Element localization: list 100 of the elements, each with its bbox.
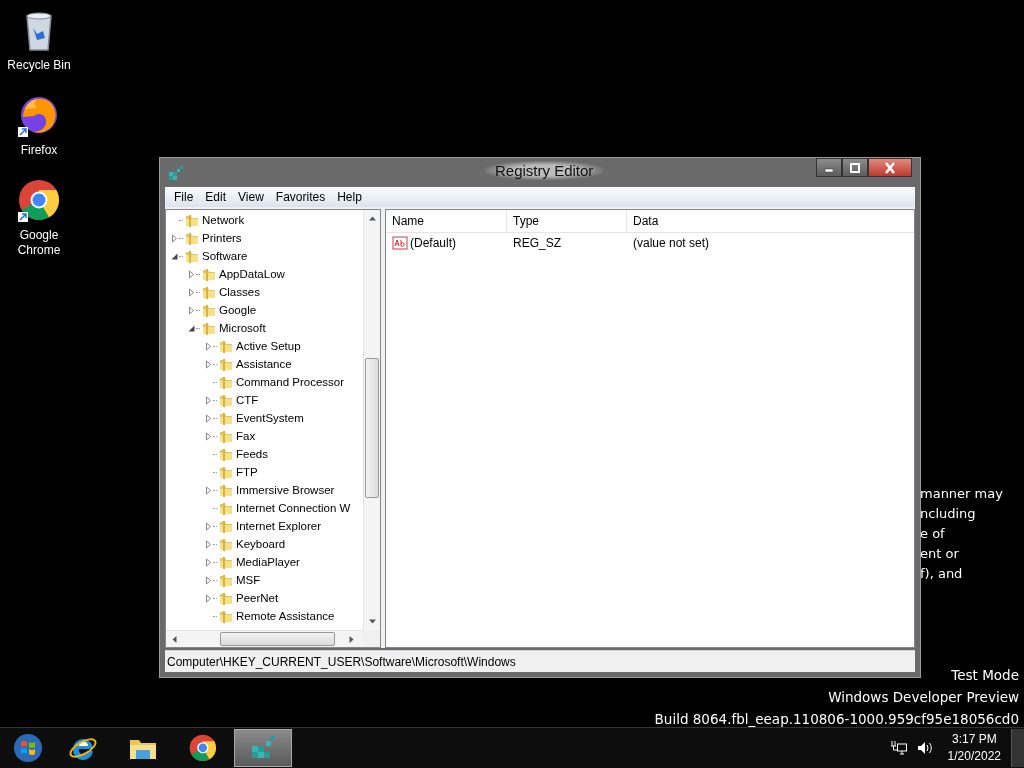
- folder-icon: [218, 428, 234, 444]
- tree-item[interactable]: Classes: [166, 283, 363, 301]
- minimize-button[interactable]: [816, 158, 842, 177]
- menu-item[interactable]: File: [168, 188, 200, 206]
- expand-arrow-icon[interactable]: [204, 485, 213, 495]
- tree-item[interactable]: Software: [166, 247, 363, 265]
- tree-item[interactable]: AppDataLow: [166, 265, 363, 283]
- tree-item[interactable]: Google: [166, 301, 363, 319]
- tree-item[interactable]: Network: [166, 211, 363, 229]
- expand-arrow-icon[interactable]: [204, 413, 213, 423]
- expand-arrow-icon[interactable]: [204, 539, 213, 549]
- folder-icon: [218, 464, 234, 480]
- folder-icon: [218, 590, 234, 606]
- tree-item[interactable]: Internet Connection W: [166, 499, 363, 517]
- folder-icon: [201, 320, 217, 336]
- icon-label: Firefox: [19, 143, 59, 158]
- scroll-thumb[interactable]: [365, 358, 379, 498]
- scroll-down-icon[interactable]: [368, 618, 376, 625]
- expand-arrow-icon[interactable]: [204, 359, 213, 369]
- network-icon[interactable]: [889, 740, 908, 756]
- column-header[interactable]: Data: [627, 210, 914, 232]
- scroll-thumb[interactable]: [220, 632, 335, 646]
- expand-arrow-icon[interactable]: [187, 305, 196, 315]
- folder-icon: [184, 230, 200, 246]
- tree-item[interactable]: Internet Explorer: [166, 517, 363, 535]
- registry-icon: [168, 164, 184, 181]
- tree-item[interactable]: FTP: [166, 463, 363, 481]
- tree-item[interactable]: Remote Assistance: [166, 607, 363, 625]
- folder-icon: [218, 338, 234, 354]
- folder-icon: [218, 446, 234, 462]
- tree-item[interactable]: Assistance: [166, 355, 363, 373]
- folder-icon: [218, 392, 234, 408]
- menu-item[interactable]: Edit: [199, 188, 233, 206]
- tree-item[interactable]: Immersive Browser: [166, 481, 363, 499]
- tree-item[interactable]: Active Setup: [166, 337, 363, 355]
- expand-arrow-icon[interactable]: [204, 395, 213, 405]
- tree-item[interactable]: Printers: [166, 229, 363, 247]
- folder-icon: [218, 500, 234, 516]
- folder-icon: [218, 572, 234, 588]
- status-text: Computer\HKEY_CURRENT_USER\Software\Microsoft\Windows: [166, 654, 516, 669]
- background-text: manner may: [920, 485, 1003, 503]
- icon-label: Google Chrome: [16, 228, 62, 258]
- tree-item[interactable]: Feeds: [166, 445, 363, 463]
- icon-label: Recycle Bin: [6, 58, 72, 73]
- menu-item[interactable]: View: [232, 188, 270, 206]
- background-text: ent or: [920, 545, 960, 563]
- vertical-scrollbar[interactable]: [363, 210, 380, 630]
- folder-icon: [218, 482, 234, 498]
- clock-date: 1/20/2022: [947, 748, 1001, 765]
- watermark-text: Build 8064.fbl_eeap.110806-1000.959cf95e18056cd0: [654, 710, 1019, 729]
- start-orb-icon[interactable]: [12, 732, 44, 764]
- string-value-icon: [392, 236, 408, 250]
- tree-item[interactable]: Command Processor: [166, 373, 363, 391]
- scroll-right-icon[interactable]: [348, 635, 355, 643]
- column-header[interactable]: Name: [386, 210, 507, 232]
- volume-icon[interactable]: [915, 740, 934, 756]
- column-header[interactable]: Type: [507, 210, 627, 232]
- close-button[interactable]: [868, 158, 912, 177]
- tree-item[interactable]: CTF: [166, 391, 363, 409]
- close-icon[interactable]: [883, 161, 897, 174]
- expand-arrow-icon[interactable]: [187, 269, 196, 279]
- collapse-arrow-icon[interactable]: [187, 323, 196, 333]
- scroll-left-icon[interactable]: [171, 635, 178, 643]
- menu-item[interactable]: Favorites: [269, 188, 332, 206]
- folder-icon: [201, 266, 217, 282]
- expand-arrow-icon[interactable]: [204, 521, 213, 531]
- folder-icon: [218, 536, 234, 552]
- collapse-arrow-icon[interactable]: [170, 251, 179, 261]
- tree-item[interactable]: EventSystem: [166, 409, 363, 427]
- clock-time: 3:17 PM: [951, 731, 997, 748]
- expand-arrow-icon[interactable]: [170, 233, 179, 243]
- expand-arrow-icon[interactable]: [204, 341, 213, 351]
- tree-item[interactable]: Microsoft: [166, 319, 363, 337]
- tree-item[interactable]: PeerNet: [166, 589, 363, 607]
- watermark-text: Test Mode: [951, 666, 1019, 685]
- folder-icon: [218, 518, 234, 534]
- expand-arrow-icon[interactable]: [187, 287, 196, 297]
- folder-icon: [184, 212, 200, 228]
- expand-arrow-icon[interactable]: [204, 431, 213, 441]
- tree-item[interactable]: MSF: [166, 571, 363, 589]
- scroll-up-icon[interactable]: [368, 215, 376, 222]
- maximize-icon[interactable]: [848, 161, 862, 174]
- folder-icon: [218, 410, 234, 426]
- expand-arrow-icon[interactable]: [204, 557, 213, 567]
- folder-icon: [218, 554, 234, 570]
- expand-arrow-icon[interactable]: [204, 593, 213, 603]
- menu-item[interactable]: Help: [331, 188, 368, 206]
- folder-icon: [201, 284, 217, 300]
- table-cell: (Default): [410, 236, 456, 250]
- background-text: f), and: [920, 565, 964, 583]
- chrome-icon[interactable]: [187, 732, 219, 764]
- folder-icon: [218, 356, 234, 372]
- tree-item[interactable]: Keyboard: [166, 535, 363, 553]
- tree-item[interactable]: Fax: [166, 427, 363, 445]
- expand-arrow-icon[interactable]: [204, 575, 213, 585]
- background-text: ncluding: [920, 505, 977, 523]
- tree-item[interactable]: MediaPlayer: [166, 553, 363, 571]
- table-cell-text: REG_SZ: [512, 236, 562, 250]
- horizontal-scrollbar[interactable]: [166, 630, 363, 647]
- maximize-button[interactable]: [842, 158, 868, 177]
